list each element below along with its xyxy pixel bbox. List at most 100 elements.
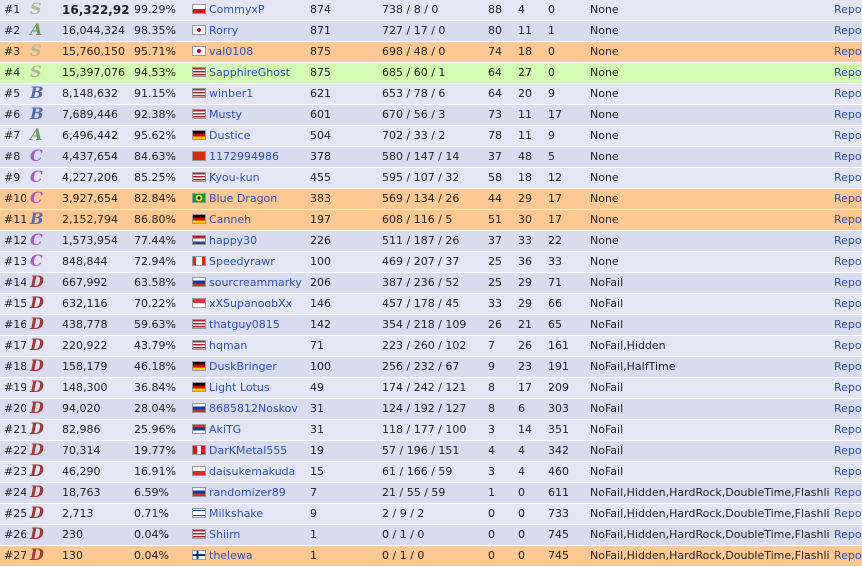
player-cell[interactable]: randomizer89 [188,482,306,504]
player-link[interactable]: winber1 [209,87,253,100]
report-link[interactable]: Report [834,66,862,79]
player-link[interactable]: SapphireGhost [209,66,290,79]
player-link[interactable]: AkiTG [209,423,241,436]
report-cell[interactable]: Report [830,146,862,168]
report-link[interactable]: Report [834,486,862,499]
report-cell[interactable]: Report [830,356,862,378]
report-cell[interactable]: Report [830,41,862,63]
report-cell[interactable]: Report [830,83,862,105]
report-link[interactable]: Report [834,150,862,163]
report-cell[interactable]: Report [830,272,862,294]
player-link[interactable]: Speedyrawr [209,255,275,268]
report-link[interactable]: Report [834,24,862,37]
player-link[interactable]: Canneh [209,213,251,226]
report-link[interactable]: Report [834,444,862,457]
player-link[interactable]: Light Lotus [209,381,270,394]
player-link[interactable]: CommyxP [209,3,265,16]
report-cell[interactable]: Report [830,377,862,399]
player-link[interactable]: 8685812Noskov [209,402,298,415]
player-cell[interactable]: AkiTG [188,419,306,441]
player-cell[interactable]: 1172994986 [188,146,306,168]
player-cell[interactable]: 8685812Noskov [188,398,306,420]
report-cell[interactable]: Report [830,335,862,357]
report-link[interactable]: Report [834,402,862,415]
player-link[interactable]: Shiirn [209,528,240,541]
report-cell[interactable]: Report [830,314,862,336]
player-cell[interactable]: daisukemakuda [188,461,306,483]
report-cell[interactable]: Report [830,209,862,231]
report-cell[interactable]: Report [830,461,862,483]
player-cell[interactable]: CommyxP [188,0,306,21]
report-cell[interactable]: Report [830,20,862,42]
report-link[interactable]: Report [834,528,862,541]
report-link[interactable]: Report [834,3,862,16]
report-link[interactable]: Report [834,339,862,352]
report-cell[interactable]: Report [830,398,862,420]
player-cell[interactable]: Blue Dragon [188,188,306,210]
report-cell[interactable]: Report [830,104,862,126]
player-link[interactable]: hqman [209,339,247,352]
report-cell[interactable]: Report [830,545,862,567]
player-cell[interactable]: Rorry [188,20,306,42]
player-cell[interactable]: Canneh [188,209,306,231]
player-cell[interactable]: val0108 [188,41,306,63]
report-cell[interactable]: Report [830,125,862,147]
player-link[interactable]: DuskBringer [209,360,277,373]
player-cell[interactable]: Dustice [188,125,306,147]
report-cell[interactable]: Report [830,251,862,273]
report-cell[interactable]: Report [830,482,862,504]
player-cell[interactable]: Shiirn [188,524,306,546]
report-link[interactable]: Report [834,465,862,478]
player-cell[interactable]: SapphireGhost [188,62,306,84]
player-cell[interactable]: thelewa [188,545,306,567]
player-link[interactable]: val0108 [209,45,253,58]
report-link[interactable]: Report [834,171,862,184]
player-link[interactable]: 1172994986 [209,150,279,163]
report-link[interactable]: Report [834,192,862,205]
player-cell[interactable]: Milkshake [188,503,306,525]
report-cell[interactable]: Report [830,0,862,21]
report-cell[interactable]: Report [830,62,862,84]
report-link[interactable]: Report [834,360,862,373]
report-cell[interactable]: Report [830,167,862,189]
report-link[interactable]: Report [834,423,862,436]
player-link[interactable]: happy30 [209,234,257,247]
player-link[interactable]: sourcreammarky [209,276,302,289]
report-link[interactable]: Report [834,129,862,142]
report-cell[interactable]: Report [830,419,862,441]
player-link[interactable]: Musty [209,108,242,121]
report-link[interactable]: Report [834,45,862,58]
player-link[interactable]: Rorry [209,24,238,37]
report-cell[interactable]: Report [830,503,862,525]
report-cell[interactable]: Report [830,440,862,462]
player-link[interactable]: thatguy0815 [209,318,280,331]
player-link[interactable]: xXSupanoobXx [209,297,292,310]
report-link[interactable]: Report [834,297,862,310]
player-cell[interactable]: Kyou-kun [188,167,306,189]
player-link[interactable]: Dustice [209,129,250,142]
player-cell[interactable]: hqman [188,335,306,357]
report-cell[interactable]: Report [830,524,862,546]
report-link[interactable]: Report [834,381,862,394]
report-link[interactable]: Report [834,213,862,226]
player-cell[interactable]: DarKMetal555 [188,440,306,462]
report-link[interactable]: Report [834,108,862,121]
player-link[interactable]: randomizer89 [209,486,286,499]
player-cell[interactable]: Musty [188,104,306,126]
report-link[interactable]: Report [834,234,862,247]
report-cell[interactable]: Report [830,188,862,210]
player-cell[interactable]: xXSupanoobXx [188,293,306,315]
player-cell[interactable]: sourcreammarky [188,272,306,294]
report-cell[interactable]: Report [830,230,862,252]
player-cell[interactable]: happy30 [188,230,306,252]
player-link[interactable]: thelewa [209,549,253,562]
report-link[interactable]: Report [834,318,862,331]
player-cell[interactable]: Speedyrawr [188,251,306,273]
player-cell[interactable]: DuskBringer [188,356,306,378]
report-cell[interactable]: Report [830,293,862,315]
report-link[interactable]: Report [834,276,862,289]
player-cell[interactable]: Light Lotus [188,377,306,399]
player-link[interactable]: Milkshake [209,507,263,520]
report-link[interactable]: Report [834,255,862,268]
report-link[interactable]: Report [834,507,862,520]
